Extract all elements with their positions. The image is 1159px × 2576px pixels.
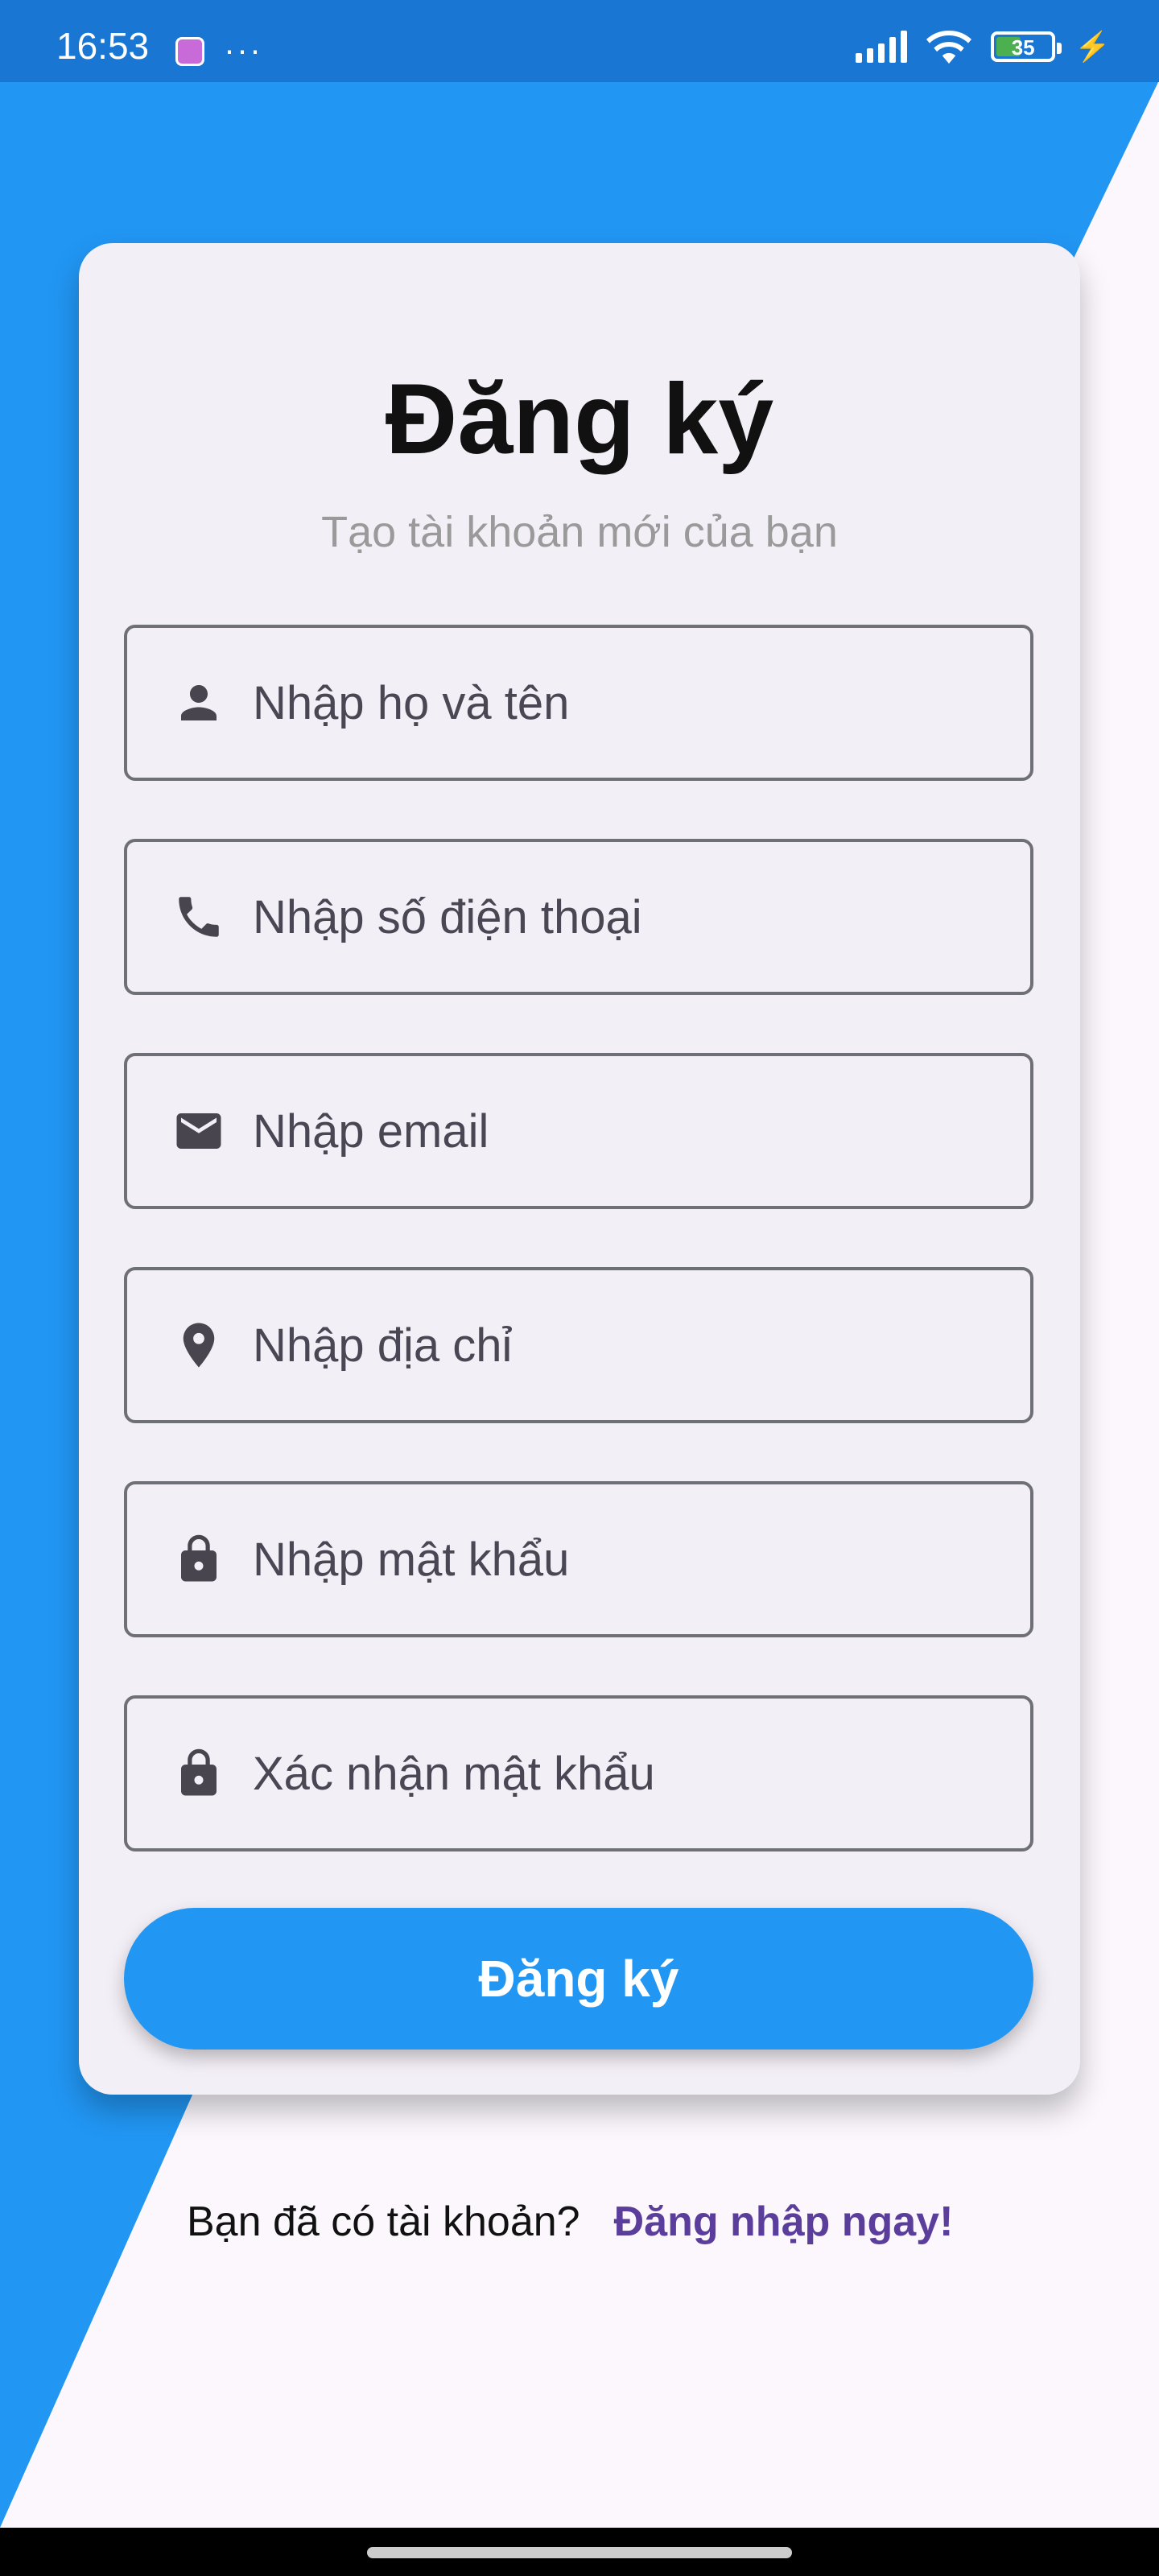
confirm-password-placeholder: Xác nhận mật khẩu [253, 1747, 655, 1800]
login-prompt: Bạn đã có tài khoản? Đăng nhập ngay! [187, 2198, 953, 2246]
signal-icon [856, 31, 908, 63]
address-placeholder: Nhập địa chỉ [253, 1319, 513, 1372]
wifi-icon [926, 31, 972, 64]
app-notification-icon [175, 37, 204, 66]
battery-level: 35 [1011, 35, 1035, 60]
person-icon [163, 676, 235, 729]
full-name-field[interactable]: Nhập họ và tên [124, 625, 1033, 781]
location-icon [163, 1319, 235, 1372]
phone-icon [163, 890, 235, 943]
status-time: 16:53 [56, 25, 150, 67]
full-name-placeholder: Nhập họ và tên [253, 676, 570, 729]
lock-icon [163, 1747, 235, 1800]
status-icons: 35 ⚡ [856, 29, 1111, 64]
login-prompt-text: Bạn đã có tài khoản? [187, 2198, 580, 2245]
phone-field[interactable]: Nhập số điện thoại [124, 839, 1033, 995]
email-placeholder: Nhập email [253, 1104, 489, 1158]
lock-icon [163, 1533, 235, 1586]
email-field[interactable]: Nhập email [124, 1053, 1033, 1209]
home-gesture-handle[interactable] [367, 2547, 792, 2558]
password-field[interactable]: Nhập mật khẩu [124, 1481, 1033, 1637]
page-title: Đăng ký [385, 364, 774, 475]
charging-icon: ⚡ [1074, 30, 1111, 63]
email-icon [163, 1104, 235, 1158]
page-subtitle: Tạo tài khoản mới của bạn [321, 508, 838, 556]
login-link[interactable]: Đăng nhập ngay! [614, 2198, 954, 2245]
confirm-password-field[interactable]: Xác nhận mật khẩu [124, 1695, 1033, 1852]
battery-icon: 35 [991, 31, 1062, 62]
phone-placeholder: Nhập số điện thoại [253, 890, 642, 943]
status-bar: 16:53 ··· 35 ⚡ [0, 0, 1159, 82]
password-placeholder: Nhập mật khẩu [253, 1533, 570, 1586]
address-field[interactable]: Nhập địa chỉ [124, 1267, 1033, 1423]
register-button[interactable]: Đăng ký [124, 1908, 1033, 2050]
more-notifications-icon: ··· [224, 31, 262, 68]
